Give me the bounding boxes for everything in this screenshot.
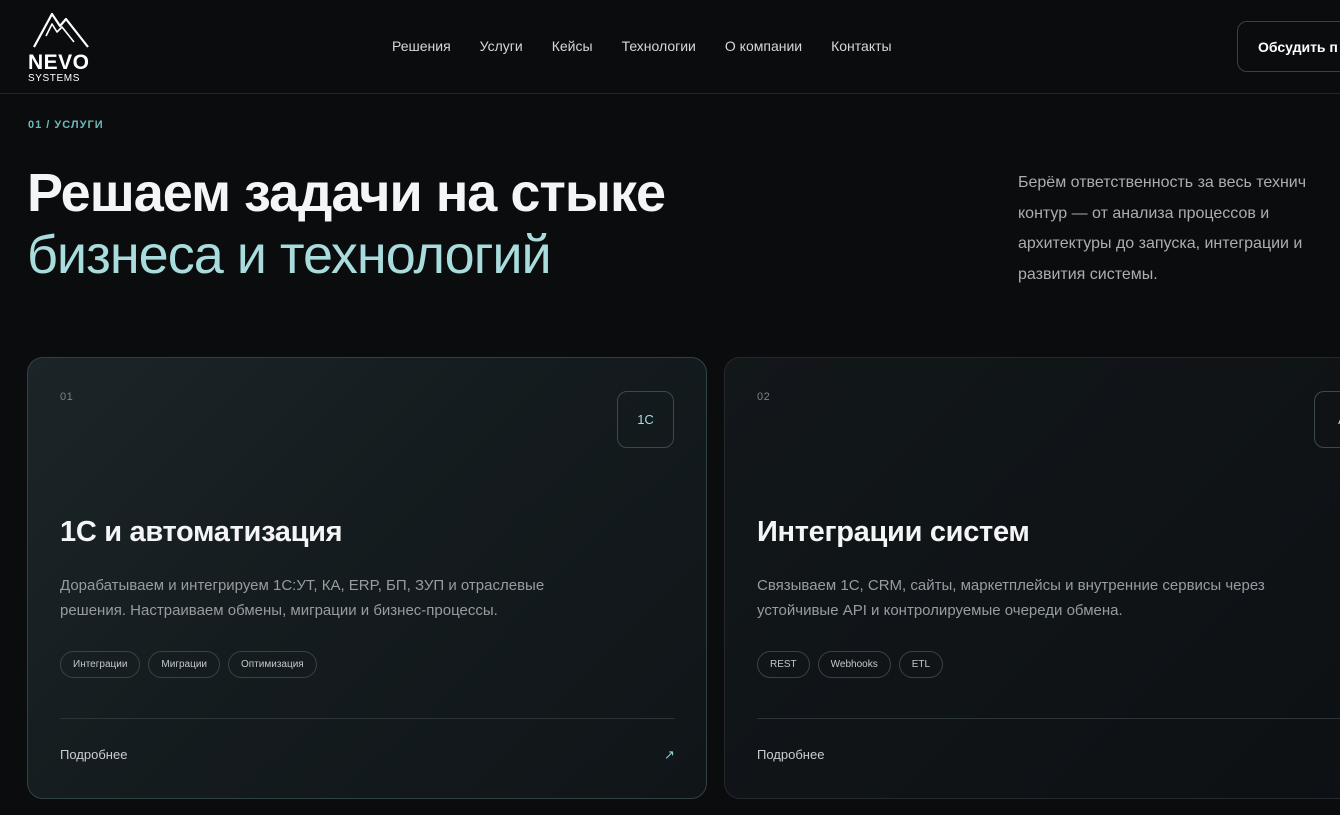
intro-line: контур — от анализа процессов и: [1018, 204, 1270, 222]
card-number: 01: [60, 391, 74, 403]
intro-line: развития системы.: [1018, 265, 1158, 283]
intro-line: архитектуры до запуска, интеграции и: [1018, 235, 1303, 252]
card-description-line: Связываем 1С, CRM, сайты, маркетплейсы и…: [757, 577, 1265, 594]
card-tags: Интеграции Миграции Оптимизация: [60, 651, 317, 678]
nav-link-solutions[interactable]: Решения: [392, 37, 451, 55]
tag-etl: ETL: [898, 651, 944, 678]
tag-rest: REST: [757, 651, 810, 678]
nav-link-services[interactable]: Услуги: [480, 37, 523, 55]
section-eyebrow: 01 / УСЛУГИ: [28, 119, 104, 131]
card-more-link[interactable]: Подробнее: [60, 747, 127, 762]
tag-integrations: Интеграции: [60, 651, 141, 678]
nav-link-about[interactable]: О компании: [725, 37, 802, 55]
card-number: 02: [757, 391, 771, 403]
service-card-1c[interactable]: 01 1С 1С и автоматизация Дорабатываем и …: [27, 357, 707, 799]
headline-line-2: бизнеса и технологий: [27, 225, 552, 285]
card-description-line: решения. Настраиваем обмены, миграции и …: [60, 602, 498, 619]
main-nav: Решения Услуги Кейсы Технологии О компан…: [392, 37, 892, 55]
discuss-project-button[interactable]: Обсудить п: [1237, 21, 1340, 72]
card-divider: [757, 718, 1340, 719]
card-description-line: Дорабатываем и интегрируем 1С:УТ, КА, ER…: [60, 577, 545, 594]
section-intro: Берём ответственность за весь технич кон…: [1018, 168, 1340, 290]
page: NEVO SYSTEMS Решения Услуги Кейсы Технол…: [0, 0, 1340, 815]
service-card-integrations[interactable]: 02 A Интеграции систем Связываем 1С, CRM…: [724, 357, 1340, 799]
brand-subtitle: SYSTEMS: [28, 73, 80, 84]
nav-link-technologies[interactable]: Технологии: [622, 37, 696, 55]
card-more-link[interactable]: Подробнее: [757, 747, 824, 762]
card-divider: [60, 718, 675, 719]
tag-optimization: Оптимизация: [228, 651, 317, 678]
brand-logo[interactable]: NEVO SYSTEMS: [28, 10, 94, 84]
card-badge-api-icon: A: [1314, 391, 1340, 448]
card-description: Дорабатываем и интегрируем 1С:УТ, КА, ER…: [60, 573, 680, 623]
mountain-logo-icon: [33, 12, 89, 48]
nav-link-contacts[interactable]: Контакты: [831, 37, 891, 55]
card-tags: REST Webhooks ETL: [757, 651, 944, 678]
intro-line: Берём ответственность за весь технич: [1018, 174, 1307, 191]
card-title: Интеграции систем: [757, 516, 1030, 548]
tag-migrations: Миграции: [148, 651, 221, 678]
section-headline: Решаем задачи на стыке бизнеса и техноло…: [27, 162, 927, 286]
headline-line-1: Решаем задачи на стыке: [27, 163, 666, 223]
site-header: NEVO SYSTEMS Решения Услуги Кейсы Технол…: [0, 0, 1340, 94]
card-badge-1c-icon: 1С: [617, 391, 674, 448]
tag-webhooks: Webhooks: [817, 651, 891, 678]
brand-name: NEVO: [28, 51, 90, 74]
card-description: Связываем 1С, CRM, сайты, маркетплейсы и…: [757, 573, 1340, 623]
card-title: 1С и автоматизация: [60, 516, 343, 548]
arrow-up-right-icon[interactable]: ↗: [664, 747, 675, 763]
nav-link-cases[interactable]: Кейсы: [552, 37, 593, 55]
card-description-line: устойчивые API и контролируемые очереди …: [757, 602, 1123, 619]
